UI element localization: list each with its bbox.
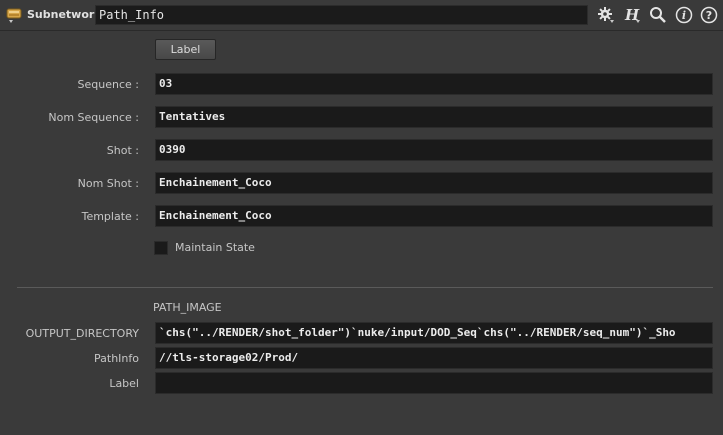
path-info-label: PathInfo — [94, 352, 139, 365]
nom-sequence-field[interactable]: Tentatives — [155, 106, 713, 128]
label-button[interactable]: Label — [155, 39, 216, 60]
search-icon[interactable] — [649, 6, 667, 24]
gear-icon[interactable] — [597, 6, 615, 24]
output-directory-field[interactable]: `chs("../RENDER/shot_folder")`nuke/input… — [155, 322, 713, 344]
sequence-label: Sequence : — [77, 78, 139, 91]
parameter-header: Subnetwork Path_Info H i ? — [0, 0, 723, 31]
shot-field[interactable]: 0390 — [155, 139, 713, 161]
svg-text:i: i — [682, 9, 686, 22]
svg-text:?: ? — [706, 9, 712, 22]
path-image-section-title: PATH_IMAGE — [153, 301, 222, 314]
maintain-state-label: Maintain State — [175, 241, 255, 254]
shot-label: Shot : — [106, 144, 139, 157]
info-icon[interactable]: i — [675, 6, 693, 24]
help-icon[interactable]: ? — [700, 6, 718, 24]
nom-shot-field[interactable]: Enchainement_Coco — [155, 172, 713, 194]
label-field-label: Label — [109, 377, 139, 390]
nom-shot-label: Nom Shot : — [77, 177, 139, 190]
node-name-field[interactable]: Path_Info — [95, 5, 588, 25]
maintain-state-checkbox[interactable] — [154, 241, 168, 255]
subnetwork-node-icon[interactable] — [6, 6, 22, 24]
template-field[interactable]: Enchainement_Coco — [155, 205, 713, 227]
node-type-label: Subnetwork — [27, 8, 102, 21]
output-directory-label: OUTPUT_DIRECTORY — [25, 327, 139, 340]
section-separator — [17, 287, 713, 288]
nom-sequence-label: Nom Sequence : — [48, 111, 139, 124]
label-field[interactable] — [155, 372, 713, 394]
houdini-h-icon[interactable]: H — [623, 6, 641, 24]
template-label: Template : — [81, 210, 139, 223]
sequence-field[interactable]: 03 — [155, 73, 713, 95]
path-info-field[interactable]: //tls-storage02/Prod/ — [155, 347, 713, 369]
